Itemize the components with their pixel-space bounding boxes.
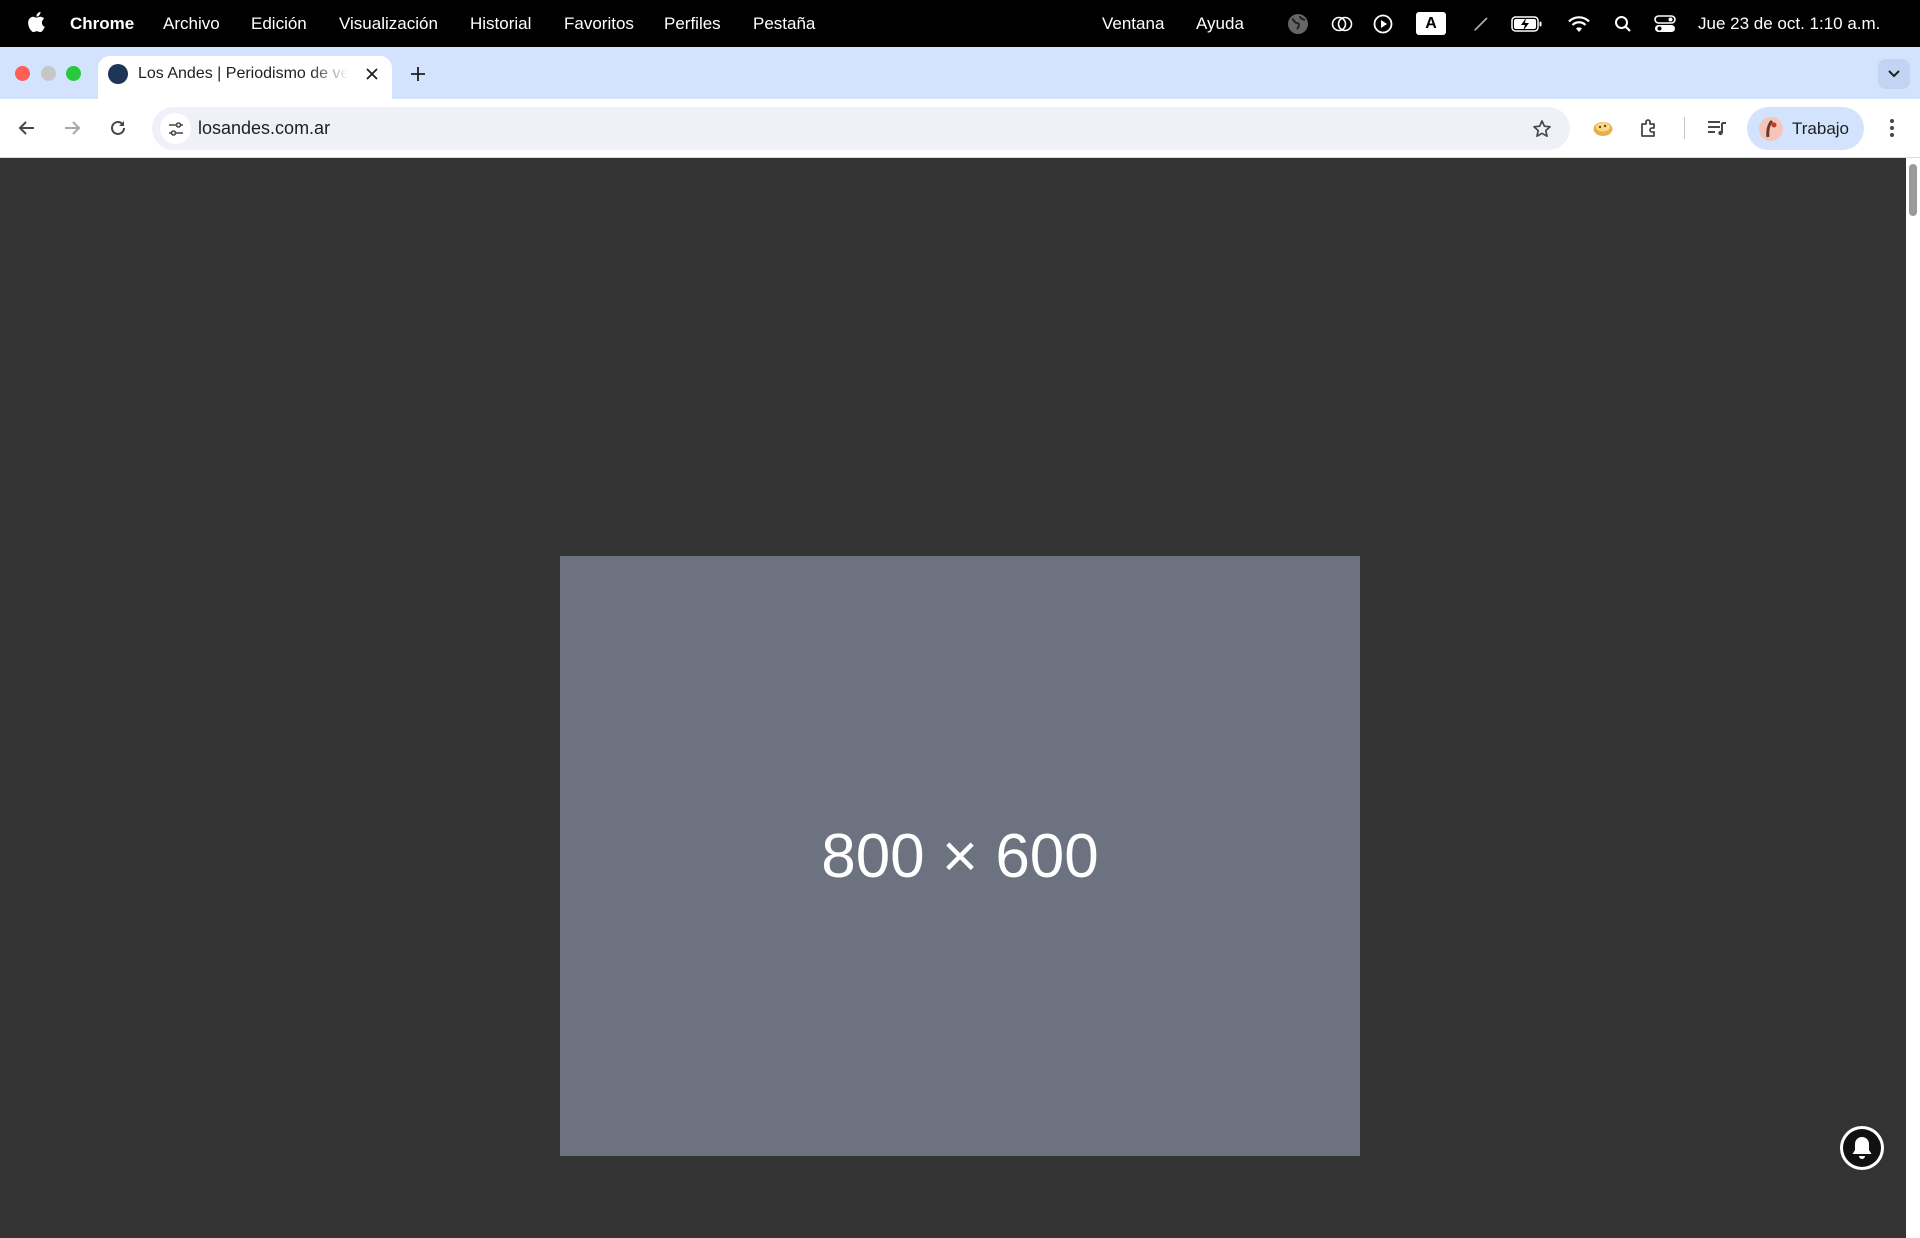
tab-search-button[interactable] — [1878, 59, 1910, 89]
profile-label: Trabajo — [1792, 119, 1850, 138]
profile-button[interactable]: Trabajo — [1747, 107, 1864, 150]
extensions-button[interactable] — [1632, 111, 1666, 145]
new-tab-button[interactable] — [404, 60, 432, 88]
menu-pestana[interactable]: Pestaña — [753, 0, 815, 47]
spotlight-icon[interactable] — [1612, 13, 1634, 34]
vision-icon[interactable] — [1330, 13, 1354, 34]
site-info-icon[interactable] — [160, 113, 191, 144]
avatar — [1759, 117, 1783, 141]
chrome-menu-button[interactable] — [1875, 111, 1909, 145]
control-center-icon[interactable] — [1653, 13, 1677, 34]
minimize-window-button[interactable] — [41, 66, 56, 81]
back-button[interactable] — [10, 111, 44, 145]
menu-archivo[interactable]: Archivo — [163, 0, 220, 47]
tab-title: Los Andes | Periodismo de verdad — [138, 65, 348, 82]
menu-edicion[interactable]: Edición — [251, 0, 307, 47]
puzzle-icon — [1641, 119, 1655, 137]
play-icon[interactable] — [1372, 13, 1394, 34]
globe-icon[interactable] — [1286, 13, 1310, 34]
extension-cookie-icon — [1593, 122, 1613, 136]
url-text[interactable]: losandes.com.ar — [198, 107, 330, 150]
site-favicon-icon — [108, 64, 128, 84]
tab-active[interactable]: Los Andes | Periodismo de verdad — [98, 56, 392, 99]
menu-ventana[interactable]: Ventana — [1102, 0, 1164, 47]
arrow-right-icon — [65, 121, 81, 135]
address-bar[interactable]: losandes.com.ar — [152, 107, 1570, 150]
menu-visualizacion[interactable]: Visualización — [339, 0, 438, 47]
tab-close-icon[interactable] — [362, 64, 382, 84]
pen-icon[interactable] — [1470, 13, 1492, 34]
menu-ayuda[interactable]: Ayuda — [1196, 0, 1244, 47]
placeholder-text: 800 × 600 — [821, 821, 1099, 891]
menu-historial[interactable]: Historial — [470, 0, 531, 47]
input-source-icon[interactable]: A — [1416, 12, 1446, 35]
reload-button[interactable] — [101, 111, 135, 145]
wifi-icon[interactable] — [1566, 13, 1592, 34]
toolbar-divider — [1684, 117, 1685, 139]
media-queue-icon — [1708, 121, 1726, 136]
menu-app-name[interactable]: Chrome — [70, 0, 134, 47]
notification-bell-button[interactable] — [1840, 1126, 1884, 1170]
chevron-down-icon — [1888, 70, 1900, 78]
menu-perfiles[interactable]: Perfiles — [664, 0, 721, 47]
arrow-left-icon — [18, 121, 34, 135]
close-window-button[interactable] — [15, 66, 30, 81]
more-vert-icon — [1890, 119, 1894, 137]
maximize-window-button[interactable] — [66, 66, 81, 81]
battery-icon[interactable] — [1510, 13, 1544, 34]
bell-icon — [1852, 1137, 1872, 1159]
menu-favoritos[interactable]: Favoritos — [564, 0, 634, 47]
menu-clock[interactable]: Jue 23 de oct. 1:10 a.m. — [1698, 0, 1880, 47]
apple-icon[interactable] — [26, 11, 46, 32]
forward-button[interactable] — [55, 111, 89, 145]
scrollbar-thumb[interactable] — [1909, 164, 1917, 216]
media-controls-button[interactable] — [1700, 111, 1734, 145]
extension-button[interactable] — [1586, 111, 1620, 145]
ad-placeholder-image[interactable]: 800 × 600 — [560, 556, 1360, 1156]
page-content: 800 × 600 — [0, 158, 1906, 1238]
reload-icon — [111, 120, 125, 135]
bookmark-star-icon[interactable] — [1530, 117, 1554, 141]
page-scrollbar[interactable] — [1906, 158, 1920, 1238]
macos-menu-bar: Chrome Archivo Edición Visualización His… — [0, 0, 1920, 47]
